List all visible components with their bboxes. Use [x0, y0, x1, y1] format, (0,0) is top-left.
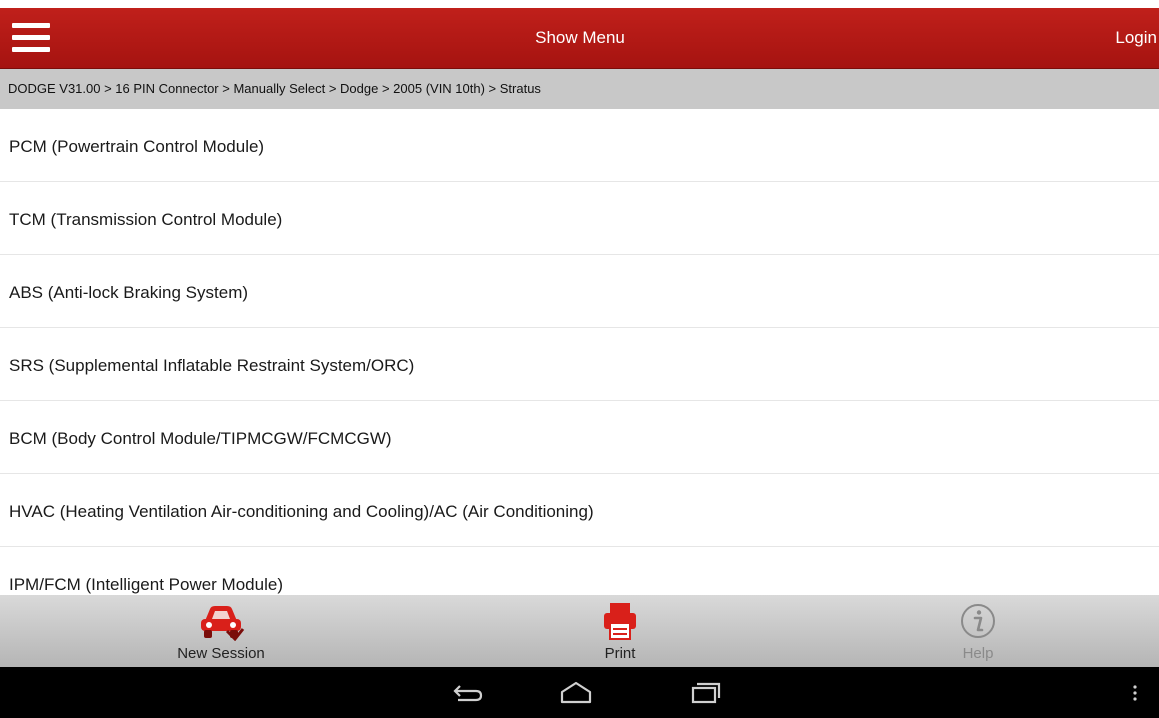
show-menu-button[interactable]: Show Menu: [480, 28, 680, 48]
module-list: PCM (Powertrain Control Module) TCM (Tra…: [0, 109, 1159, 595]
overflow-menu-icon[interactable]: [1128, 678, 1142, 708]
login-button[interactable]: Login: [1115, 28, 1157, 48]
list-item-tcm[interactable]: TCM (Transmission Control Module): [0, 182, 1159, 255]
bottom-toolbar: New Session Print Help: [0, 595, 1159, 667]
help-label: Help: [962, 645, 994, 662]
list-item-srs[interactable]: SRS (Supplemental Inflatable Restraint S…: [0, 328, 1159, 401]
menu-bar-line: [12, 23, 50, 28]
list-item-label: BCM (Body Control Module/TIPMCGW/FCMCGW): [9, 429, 392, 448]
list-item-ipm[interactable]: IPM/FCM (Intelligent Power Module): [0, 547, 1159, 595]
help-button[interactable]: Help: [888, 595, 1068, 667]
list-item-label: ABS (Anti-lock Braking System): [9, 283, 249, 302]
list-item-pcm[interactable]: PCM (Powertrain Control Module): [0, 109, 1159, 182]
breadcrumb: DODGE V31.00 > 16 PIN Connector > Manual…: [0, 69, 1159, 109]
info-icon: [961, 604, 995, 638]
menu-bar-line: [12, 35, 50, 40]
list-item-label: IPM/FCM (Intelligent Power Module): [9, 575, 283, 594]
home-icon[interactable]: [556, 678, 596, 708]
list-item-label: HVAC (Heating Ventilation Air-conditioni…: [9, 502, 594, 521]
recent-apps-icon[interactable]: [683, 678, 723, 708]
list-item-abs[interactable]: ABS (Anti-lock Braking System): [0, 255, 1159, 328]
new-session-label: New Session: [177, 645, 265, 662]
top-app-bar: Show Menu Login: [0, 8, 1159, 69]
list-item-label: TCM (Transmission Control Module): [9, 210, 283, 229]
printer-icon: [604, 603, 636, 640]
list-item-label: SRS (Supplemental Inflatable Restraint S…: [9, 356, 415, 375]
list-item-hvac[interactable]: HVAC (Heating Ventilation Air-conditioni…: [0, 474, 1159, 547]
new-session-button[interactable]: New Session: [131, 595, 311, 667]
back-icon[interactable]: [448, 678, 488, 708]
list-item-bcm[interactable]: BCM (Body Control Module/TIPMCGW/FCMCGW): [0, 401, 1159, 474]
status-strip: [0, 0, 1159, 8]
hamburger-menu-icon[interactable]: [10, 21, 58, 57]
print-label: Print: [604, 645, 636, 662]
android-navigation-bar: [0, 667, 1159, 718]
print-button[interactable]: Print: [530, 595, 710, 667]
menu-bar-line: [12, 47, 50, 52]
breadcrumb-path: DODGE V31.00 > 16 PIN Connector > Manual…: [8, 81, 541, 96]
car-icon: [201, 606, 245, 641]
list-item-label: PCM (Powertrain Control Module): [9, 137, 265, 156]
